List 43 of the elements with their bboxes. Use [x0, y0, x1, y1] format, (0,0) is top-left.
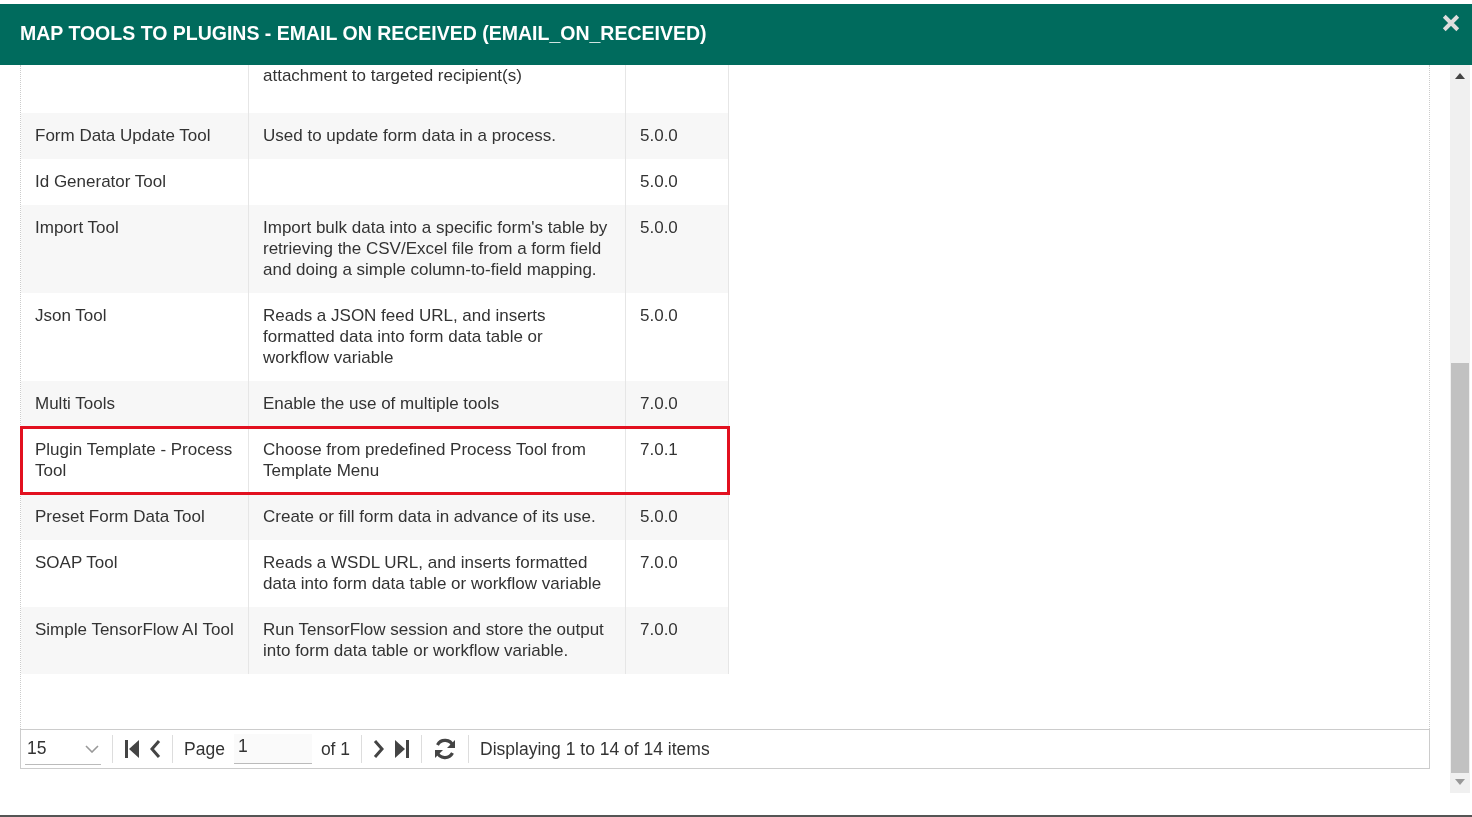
- tool-version: 5.0.0: [640, 126, 678, 145]
- tool-version: 5.0.0: [640, 172, 678, 191]
- tool-name: SOAP Tool: [35, 553, 118, 572]
- tool-description: Choose from predefined Process Tool from Template Menu: [263, 440, 586, 480]
- previous-page-icon[interactable]: [149, 739, 161, 759]
- tool-description: Used to update form data in a process.: [263, 126, 556, 145]
- tool-name: Simple TensorFlow AI Tool: [35, 620, 234, 639]
- tool-name: Json Tool: [35, 306, 107, 325]
- page-count: of 1: [320, 738, 351, 760]
- scrollbar[interactable]: [1450, 65, 1470, 793]
- page-size-dropdown[interactable]: 15: [25, 733, 101, 765]
- tool-description: Reads a WSDL URL, and inserts formatted data into form data table or workflow variable: [263, 553, 602, 593]
- tool-version: 5.0.0: [640, 507, 678, 526]
- tool-name: Preset Form Data Tool: [35, 507, 205, 526]
- chevron-down-icon: [85, 744, 99, 753]
- tool-description: attachment to targeted recipient(s): [263, 66, 522, 85]
- dialog-title: MAP TOOLS TO PLUGINS - EMAIL ON RECEIVED (EMAIL_ON_RECEIVED): [20, 22, 707, 45]
- tool-name: Form Data Update Tool: [35, 126, 211, 145]
- tool-version: 7.0.0: [640, 620, 678, 639]
- scroll-thumb[interactable]: [1451, 363, 1469, 773]
- tool-description: Import bulk data into a specific form's table by retrieving the CSV/Excel file from a form field and doing a simple column-to-field mapping.: [263, 218, 608, 279]
- tool-name: Multi Tools: [35, 394, 115, 413]
- tool-version: 5.0.0: [640, 218, 678, 237]
- page-label: Page: [184, 738, 225, 760]
- tool-name: Import Tool: [35, 218, 119, 237]
- tool-description: Reads a JSON feed URL, and inserts formatted data into form data table or workflow variable: [263, 306, 546, 367]
- tool-version: 7.0.0: [640, 553, 678, 572]
- first-page-icon[interactable]: [124, 739, 140, 759]
- last-page-icon[interactable]: [394, 739, 411, 759]
- refresh-icon[interactable]: [433, 737, 458, 761]
- items-summary: Displaying 1 to 14 of 14 items: [480, 738, 710, 760]
- next-page-icon[interactable]: [373, 739, 386, 759]
- tool-name: Plugin Template - Process Tool: [35, 440, 233, 480]
- tool-name: Id Generator Tool: [35, 172, 167, 191]
- tool-description: Create or fill form data in advance of its use.: [263, 507, 596, 526]
- close-icon[interactable]: [1442, 14, 1460, 32]
- tool-description: Enable the use of multiple tools: [263, 394, 500, 413]
- page-number-field[interactable]: 1: [233, 734, 312, 764]
- scroll-up-icon[interactable]: [1455, 73, 1465, 79]
- tool-version: 5.0.0: [640, 306, 678, 325]
- tool-version: 7.0.0: [640, 394, 678, 413]
- tool-version: 7.0.1: [640, 440, 678, 459]
- tool-description: Run TensorFlow session and store the output into form data table or workflow variable.: [263, 620, 604, 660]
